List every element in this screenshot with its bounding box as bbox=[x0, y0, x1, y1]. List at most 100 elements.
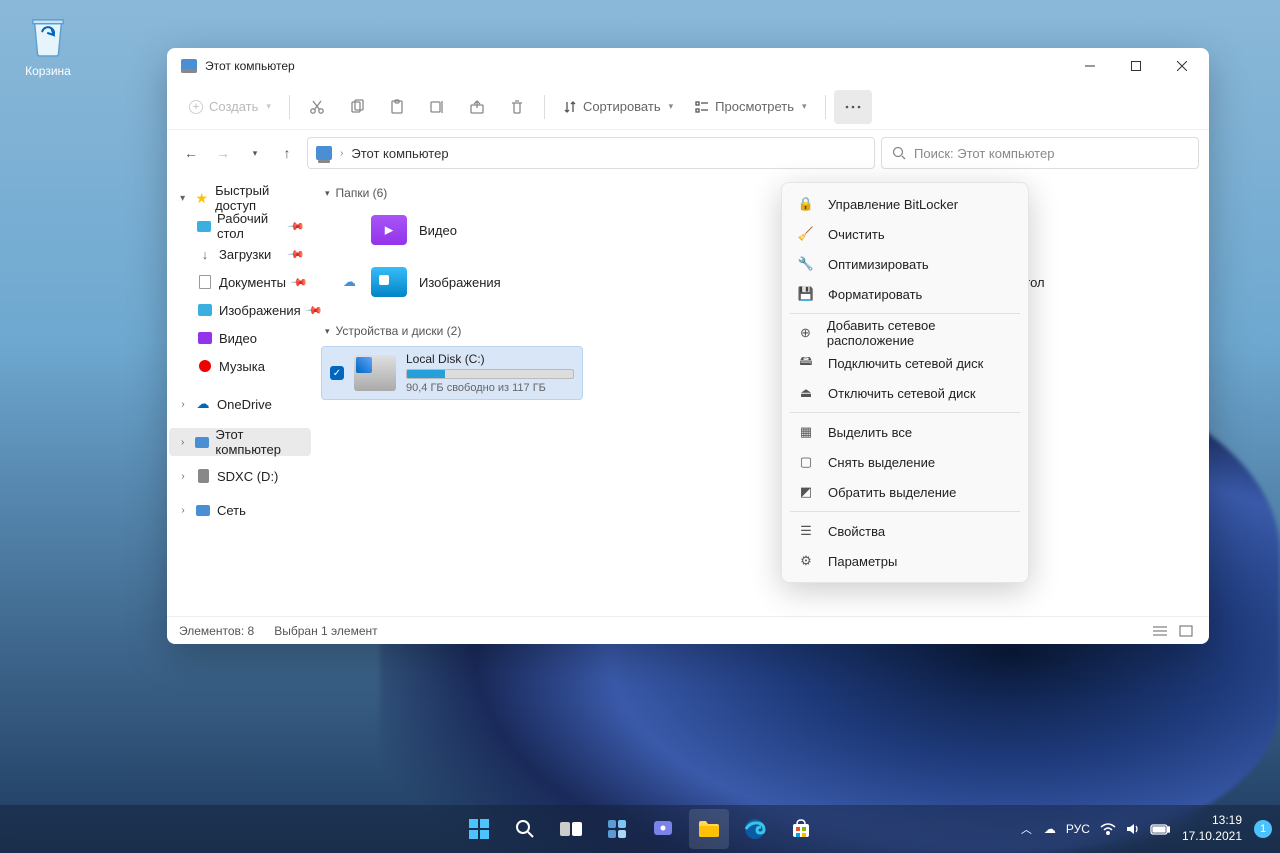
ctx-options[interactable]: ⚙Параметры bbox=[788, 546, 1022, 576]
toolbar: +Создать▾ Сортировать▾ Просмотреть▾ bbox=[167, 84, 1209, 130]
ctx-format[interactable]: 💾Форматировать bbox=[788, 279, 1022, 309]
disk-usage-bar bbox=[406, 369, 574, 379]
pin-icon: 📌 bbox=[287, 217, 306, 236]
disk-free-text: 90,4 ГБ свободно из 117 ГБ bbox=[406, 382, 574, 394]
select-all-icon: ▦ bbox=[798, 424, 814, 440]
lock-icon: 🔒 bbox=[798, 196, 814, 212]
sidebar-item-desktop[interactable]: Рабочий стол📌 bbox=[189, 212, 311, 240]
download-icon: ↓ bbox=[197, 246, 213, 262]
nav-back[interactable]: ← bbox=[177, 139, 205, 167]
disconnect-icon: ⏏ bbox=[798, 385, 814, 401]
nav-forward[interactable]: → bbox=[209, 139, 237, 167]
minimize-button[interactable] bbox=[1067, 50, 1113, 82]
sort-button[interactable]: Сортировать▾ bbox=[553, 90, 683, 124]
sidebar-item-images[interactable]: Изображения📌 bbox=[189, 296, 311, 324]
copy-icon[interactable] bbox=[338, 90, 376, 124]
view-button[interactable]: Просмотреть▾ bbox=[685, 90, 816, 124]
titlebar[interactable]: Этот компьютер bbox=[167, 48, 1209, 84]
sidebar-sdxc[interactable]: ›SDXC (D:) bbox=[169, 462, 311, 490]
cloud-sync-icon: ☁ bbox=[343, 274, 359, 290]
breadcrumb[interactable]: Этот компьютер bbox=[351, 146, 448, 161]
folder-video[interactable]: Видео bbox=[321, 208, 581, 252]
paste-icon[interactable] bbox=[378, 90, 416, 124]
more-button[interactable] bbox=[834, 90, 872, 124]
explorer-button[interactable] bbox=[689, 809, 729, 849]
language-indicator[interactable]: РУС bbox=[1066, 822, 1090, 836]
notification-badge[interactable]: 1 bbox=[1254, 820, 1272, 838]
ctx-invert-selection[interactable]: ◩Обратить выделение bbox=[788, 477, 1022, 507]
clock[interactable]: 13:19 17.10.2021 bbox=[1182, 813, 1242, 844]
view-details-button[interactable] bbox=[1149, 622, 1171, 640]
status-count: Элементов: 8 bbox=[179, 624, 254, 638]
devices-group-header[interactable]: ▾Устройства и диски (2) bbox=[321, 318, 1201, 346]
folder-images[interactable]: ☁Изображения bbox=[321, 260, 581, 304]
disk-name: Local Disk (C:) bbox=[406, 352, 574, 366]
sidebar-network[interactable]: ›Сеть bbox=[169, 496, 311, 524]
share-icon[interactable] bbox=[458, 90, 496, 124]
ctx-properties[interactable]: ☰Свойства bbox=[788, 516, 1022, 546]
ctx-select-all[interactable]: ▦Выделить все bbox=[788, 417, 1022, 447]
sidebar-item-video[interactable]: Видео bbox=[189, 324, 311, 352]
close-button[interactable] bbox=[1159, 50, 1205, 82]
folders-group-header[interactable]: ▾Папки (6) bbox=[321, 180, 1201, 208]
sidebar-onedrive[interactable]: ›☁OneDrive bbox=[169, 390, 311, 418]
task-view-button[interactable] bbox=[551, 809, 591, 849]
ctx-cleanup[interactable]: 🧹Очистить bbox=[788, 219, 1022, 249]
sidebar-quick-access[interactable]: ▾★Быстрый доступ bbox=[169, 184, 311, 212]
battery-icon[interactable] bbox=[1150, 824, 1170, 835]
ctx-optimize[interactable]: 🔧Оптимизировать bbox=[788, 249, 1022, 279]
map-drive-icon: 🖴 bbox=[798, 355, 814, 371]
volume-icon[interactable] bbox=[1126, 822, 1140, 836]
create-button[interactable]: +Создать▾ bbox=[179, 90, 281, 124]
ctx-add-network-location[interactable]: ⊕Добавить сетевое расположение bbox=[788, 318, 1022, 348]
store-button[interactable] bbox=[781, 809, 821, 849]
cloud-icon: ☁ bbox=[195, 396, 211, 412]
explorer-window: Этот компьютер +Создать▾ Сортировать▾ Пр… bbox=[167, 48, 1209, 644]
rename-icon[interactable] bbox=[418, 90, 456, 124]
chat-button[interactable] bbox=[643, 809, 683, 849]
pin-icon: 📌 bbox=[287, 245, 306, 264]
checkbox-icon[interactable]: ✓ bbox=[330, 366, 344, 380]
navigation-row: ← → ▾ ↑ › Этот компьютер Поиск: Этот ком… bbox=[167, 130, 1209, 176]
edge-button[interactable] bbox=[735, 809, 775, 849]
invert-icon: ◩ bbox=[798, 484, 814, 500]
taskbar[interactable]: ︿ ☁ РУС 13:19 17.10.2021 1 bbox=[0, 805, 1280, 853]
status-bar: Элементов: 8 Выбран 1 элемент bbox=[167, 616, 1209, 644]
search-button[interactable] bbox=[505, 809, 545, 849]
widgets-button[interactable] bbox=[597, 809, 637, 849]
nav-recent[interactable]: ▾ bbox=[241, 139, 269, 167]
disk-local-c[interactable]: ✓ Local Disk (C:) 90,4 ГБ свободно из 11… bbox=[321, 346, 583, 400]
desktop-icon-recycle-bin[interactable]: Корзина bbox=[14, 14, 82, 78]
content-area: ▾Папки (6) Видео Загрузки ☁Изображения ☁… bbox=[313, 176, 1209, 616]
video-folder-icon bbox=[371, 215, 407, 245]
wifi-icon[interactable] bbox=[1100, 823, 1116, 835]
images-folder-icon bbox=[371, 267, 407, 297]
search-input[interactable]: Поиск: Этот компьютер bbox=[881, 137, 1199, 169]
ctx-map-drive[interactable]: 🖴Подключить сетевой диск bbox=[788, 348, 1022, 378]
ctx-bitlocker[interactable]: 🔒Управление BitLocker bbox=[788, 189, 1022, 219]
network-add-icon: ⊕ bbox=[798, 325, 813, 341]
wrench-icon: 🔧 bbox=[798, 256, 814, 272]
delete-icon[interactable] bbox=[498, 90, 536, 124]
sidebar-item-documents[interactable]: Документы📌 bbox=[189, 268, 311, 296]
sidebar-this-pc[interactable]: ›Этот компьютер bbox=[169, 428, 311, 456]
sidebar-item-downloads[interactable]: ↓Загрузки📌 bbox=[189, 240, 311, 268]
sidebar-item-music[interactable]: Музыка bbox=[189, 352, 311, 380]
sidebar: ▾★Быстрый доступ Рабочий стол📌 ↓Загрузки… bbox=[167, 176, 313, 616]
window-title: Этот компьютер bbox=[205, 59, 1067, 73]
onedrive-tray-icon[interactable]: ☁ bbox=[1044, 822, 1056, 836]
context-menu: 🔒Управление BitLocker 🧹Очистить 🔧Оптимиз… bbox=[781, 182, 1029, 583]
ctx-select-none[interactable]: ▢Снять выделение bbox=[788, 447, 1022, 477]
ctx-disconnect-drive[interactable]: ⏏Отключить сетевой диск bbox=[788, 378, 1022, 408]
address-bar[interactable]: › Этот компьютер bbox=[307, 137, 875, 169]
nav-up[interactable]: ↑ bbox=[273, 139, 301, 167]
start-button[interactable] bbox=[459, 809, 499, 849]
status-selected: Выбран 1 элемент bbox=[274, 624, 377, 638]
recycle-bin-label: Корзина bbox=[25, 64, 71, 78]
view-tiles-button[interactable] bbox=[1175, 622, 1197, 640]
maximize-button[interactable] bbox=[1113, 50, 1159, 82]
brush-icon: 🧹 bbox=[798, 226, 814, 242]
cut-icon[interactable] bbox=[298, 90, 336, 124]
pc-icon bbox=[181, 59, 197, 73]
tray-chevron-icon[interactable]: ︿ bbox=[1021, 821, 1032, 837]
